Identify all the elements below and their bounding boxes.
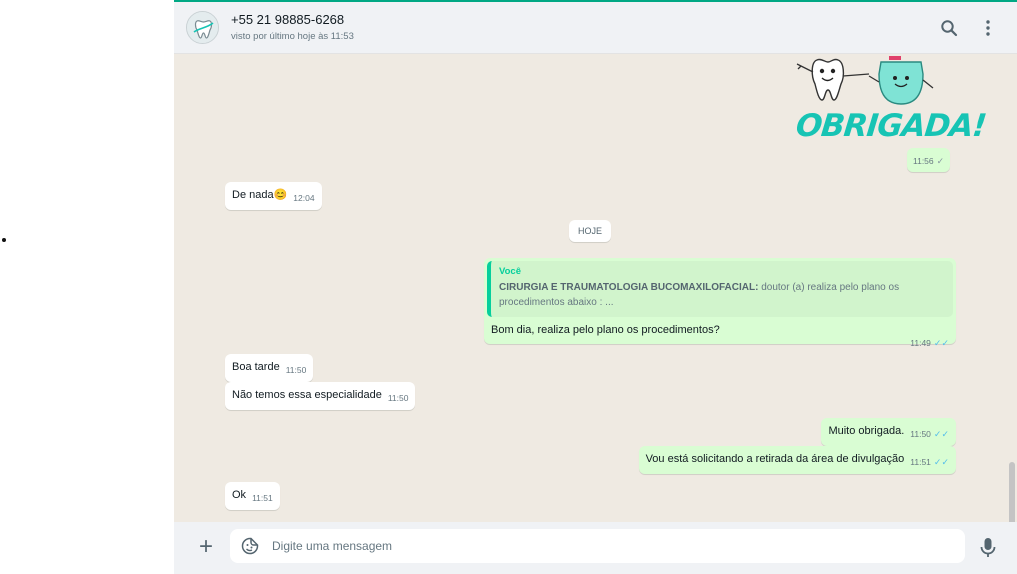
- message-text: Vou está solicitando a retirada da área …: [645, 453, 905, 465]
- left-panel: [0, 0, 174, 572]
- message-input[interactable]: [272, 529, 952, 563]
- outgoing-message[interactable]: Vou está solicitando a retirada da área …: [638, 446, 956, 474]
- message-text: Não temos essa especialidade: [232, 389, 382, 401]
- message-meta: 11:49 ✓✓: [904, 330, 949, 349]
- message-time: 11:50: [285, 365, 307, 375]
- message-time: 11:51: [910, 457, 931, 467]
- contact-name[interactable]: +55 21 98885-6268: [231, 12, 344, 27]
- incoming-message[interactable]: Ok 11:51: [225, 482, 280, 510]
- outgoing-message[interactable]: Muito obrigada. 11:50 ✓✓: [821, 418, 956, 446]
- contact-avatar[interactable]: [186, 11, 219, 44]
- composer-bar: +: [174, 522, 1017, 574]
- smile-emoji-icon: 😊: [273, 189, 288, 201]
- read-tick-icon: ✓✓: [933, 457, 949, 467]
- message-time: 11:56: [913, 156, 934, 166]
- incoming-message[interactable]: Boa tarde 11:50: [225, 354, 314, 382]
- message-time: 12:04: [293, 193, 315, 203]
- sticker-meta: 11:56 ✓: [907, 148, 951, 172]
- message-time: 11:50: [387, 393, 409, 403]
- chat-header[interactable]: +55 21 98885-6268 visto por último hoje …: [174, 2, 1017, 54]
- message-text: De nada: [232, 189, 274, 201]
- message-time: 11:50: [910, 429, 931, 439]
- scrollbar-thumb[interactable]: [1009, 462, 1015, 522]
- message-time: 11:49: [910, 338, 931, 348]
- bullet-dot: [2, 238, 6, 242]
- contact-last-seen: visto por último hoje às 11:53: [231, 31, 354, 42]
- incoming-message[interactable]: Não temos essa especialidade 11:50: [225, 382, 416, 410]
- message-input-box[interactable]: [230, 529, 965, 563]
- message-time: 11:51: [252, 493, 273, 503]
- quoted-message[interactable]: Você CIRURGIA E TRAUMATOLOGIA BUCOMAXILO…: [487, 261, 953, 317]
- message-text: Boa tarde: [232, 361, 280, 373]
- quote-author: Você: [499, 266, 522, 277]
- message-text: Ok: [232, 489, 247, 501]
- message-text: Bom dia, realiza pelo plano os procedime…: [491, 324, 720, 336]
- plus-icon[interactable]: +: [194, 535, 218, 560]
- sticker-icon[interactable]: [241, 537, 259, 555]
- menu-icon[interactable]: [977, 17, 999, 39]
- sticker-caption: OBRIGADA!: [794, 108, 988, 144]
- read-tick-icon: ✓✓: [933, 338, 949, 348]
- thank-you-sticker[interactable]: OBRIGADA!: [789, 54, 988, 150]
- incoming-message[interactable]: De nada😊 12:04: [225, 182, 322, 210]
- quote-text: CIRURGIA E TRAUMATOLOGIA BUCOMAXILOFACIA…: [499, 280, 909, 310]
- tooth-characters-icon: [796, 56, 934, 105]
- outgoing-reply-message[interactable]: Você CIRURGIA E TRAUMATOLOGIA BUCOMAXILO…: [484, 258, 956, 348]
- search-icon[interactable]: [938, 17, 960, 39]
- quote-title: CIRURGIA E TRAUMATOLOGIA BUCOMAXILOFACIA…: [499, 282, 759, 293]
- read-tick-icon: ✓✓: [933, 429, 949, 439]
- message-text: Muito obrigada.: [828, 425, 905, 437]
- mic-icon[interactable]: [977, 536, 999, 560]
- message-list[interactable]: OBRIGADA! 11:56 ✓ De nada😊 12:04 HOJE Você…: [174, 54, 1017, 522]
- date-divider: HOJE: [569, 220, 612, 242]
- chat-panel: +55 21 98885-6268 visto por último hoje …: [174, 0, 1017, 574]
- tooth-logo-icon: [187, 12, 218, 43]
- sent-tick-icon: ✓: [936, 156, 945, 166]
